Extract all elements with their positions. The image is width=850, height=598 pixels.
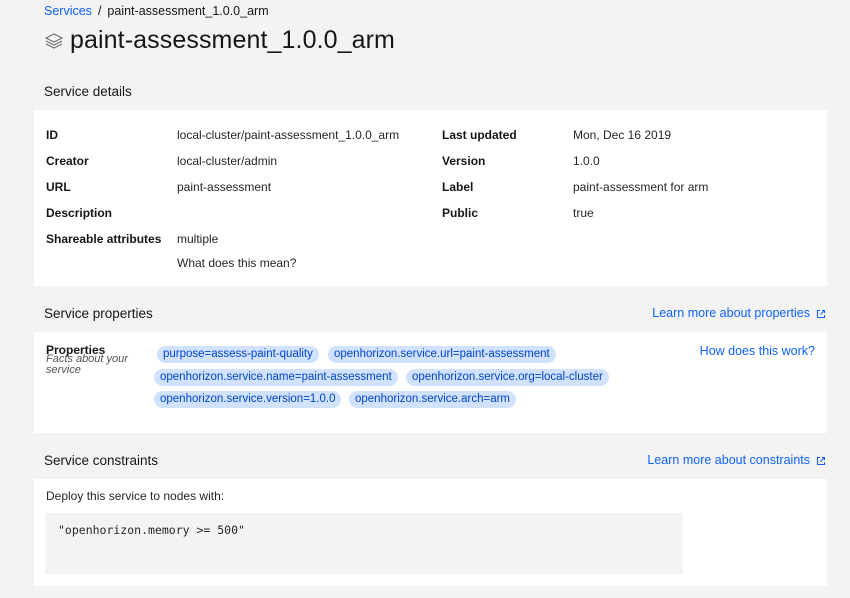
properties-subtitle: Facts about your service xyxy=(46,353,128,376)
learn-more-properties-label: Learn more about properties xyxy=(652,306,810,320)
detail-label: Public xyxy=(442,206,479,220)
property-tag: openhorizon.service.name=paint-assessmen… xyxy=(154,369,398,386)
detail-label: ID xyxy=(46,128,58,142)
service-properties-panel: Properties Facts about your service purp… xyxy=(34,332,827,433)
detail-label: Last updated xyxy=(442,128,517,142)
how-does-this-work-link[interactable]: How does this work? xyxy=(700,344,815,358)
detail-label: URL xyxy=(46,180,71,194)
property-tag: openhorizon.service.org=local-cluster xyxy=(406,369,609,386)
learn-more-constraints-label: Learn more about constraints xyxy=(647,453,810,467)
property-tag: openhorizon.service.url=paint-assessment xyxy=(328,346,556,363)
breadcrumb-current: paint-assessment_1.0.0_arm xyxy=(107,4,269,18)
detail-value: Mon, Dec 16 2019 xyxy=(573,128,672,142)
detail-label: Version xyxy=(442,154,486,168)
service-constraints-heading: Service constraints xyxy=(44,453,159,468)
service-details-heading: Service details xyxy=(44,84,132,99)
detail-value: paint-assessment xyxy=(177,180,272,194)
breadcrumb-services-link[interactable]: Services xyxy=(44,4,92,18)
page-title-row: paint-assessment_1.0.0_arm xyxy=(44,26,395,55)
detail-label: Label xyxy=(442,180,474,194)
launch-icon xyxy=(816,455,826,465)
property-tag: openhorizon.service.version=1.0.0 xyxy=(154,391,342,408)
breadcrumb: Services / paint-assessment_1.0.0_arm xyxy=(44,4,269,18)
launch-icon xyxy=(816,308,826,318)
service-details-panel: ID local-cluster/paint-assessment_1.0.0_… xyxy=(34,110,827,286)
property-tag: openhorizon.service.arch=arm xyxy=(349,391,517,408)
detail-label: Shareable attributes xyxy=(46,232,162,246)
detail-value: local-cluster/admin xyxy=(177,154,278,168)
detail-value: paint-assessment for arm xyxy=(573,180,709,194)
detail-value: 1.0.0 xyxy=(573,154,600,168)
constraint-expression: "openhorizon.memory >= 500" xyxy=(58,523,245,537)
learn-more-properties-link[interactable]: Learn more about properties xyxy=(652,306,826,320)
page-title: paint-assessment_1.0.0_arm xyxy=(70,26,395,54)
detail-label: Creator xyxy=(46,154,89,168)
property-tag: purpose=assess-paint-quality xyxy=(157,346,319,363)
what-does-this-mean-link[interactable]: What does this mean? xyxy=(177,256,296,270)
learn-more-constraints-link[interactable]: Learn more about constraints xyxy=(647,453,826,467)
layers-icon xyxy=(44,31,64,51)
service-constraints-panel: Deploy this service to nodes with: "open… xyxy=(34,479,827,586)
deploy-instructions: Deploy this service to nodes with: xyxy=(46,489,225,503)
detail-value: true xyxy=(573,206,594,220)
detail-value: local-cluster/paint-assessment_1.0.0_arm xyxy=(177,128,400,142)
breadcrumb-separator: / xyxy=(97,4,102,18)
detail-value: multiple xyxy=(177,232,219,246)
constraint-code-block: "openhorizon.memory >= 500" xyxy=(45,513,683,574)
detail-label: Description xyxy=(46,206,113,220)
service-properties-heading: Service properties xyxy=(44,306,153,321)
